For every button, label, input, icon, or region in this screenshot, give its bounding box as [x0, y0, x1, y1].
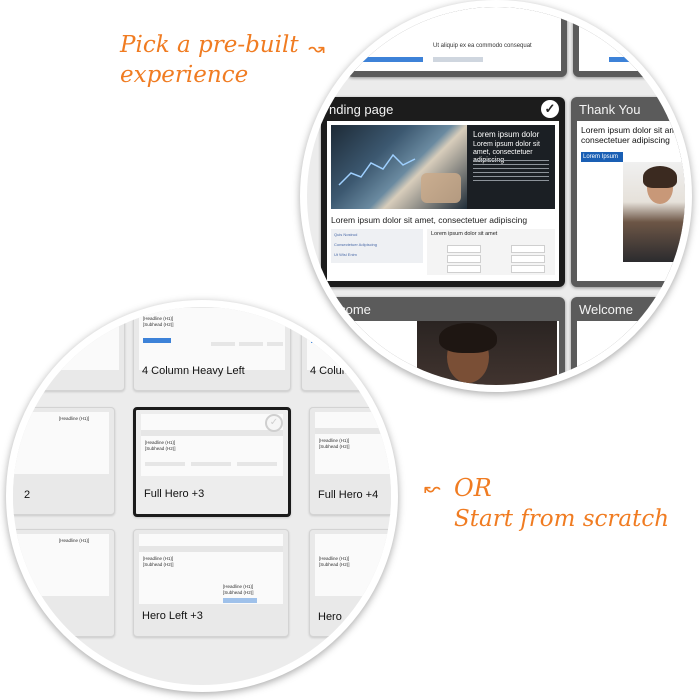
landing-headline: Lorem ipsum dolor sit amet, consectetuer… — [331, 215, 528, 225]
template-bar — [363, 57, 423, 62]
layout-preview: [Headline (H1)] — [13, 534, 109, 596]
form-field — [511, 245, 545, 253]
layout-tile-4-column[interactable]: [Headline (H1)] [Subhead (H2)] 4 Colum — [301, 307, 391, 391]
feature-list: Quis Nostrud Consectetuer Adipiscing Ut … — [331, 229, 423, 263]
or-label: OR — [454, 474, 492, 502]
layout-tile-partial[interactable] — [13, 307, 125, 391]
layout-label: Hero Left +3 — [142, 610, 203, 622]
button-placeholder — [143, 338, 171, 343]
column-block — [211, 342, 235, 346]
welcome-photo — [417, 321, 557, 385]
checkmark-icon: ✓ — [541, 100, 559, 118]
checkmark-icon: ✓ — [265, 414, 283, 432]
hero-heading: Lorem ipsum dolor — [473, 130, 540, 139]
list-item: Consectetuer Adipiscing — [334, 242, 377, 247]
thank-you-bar: Lorem Ipsum — [581, 152, 623, 162]
subhead-placeholder: [Subhead (H2)] — [143, 562, 174, 567]
template-bar — [433, 57, 483, 62]
layout-grid: [Headline (H1)] [Subhead (H2)] 4 Column … — [13, 307, 391, 685]
form-field — [447, 245, 481, 253]
headline-placeholder: [Headline (H1)] — [59, 416, 90, 421]
template-tile-partial[interactable] — [573, 7, 685, 77]
layout-preview: [Headline (H1)] [Subhead (H2)] — [141, 414, 283, 476]
layout-label: 2 — [24, 489, 31, 501]
form-field — [447, 265, 481, 273]
form-field — [447, 255, 481, 263]
layout-tile-hero-left-3[interactable]: [Headline (H1)] [Subhead (H2)] [Headline… — [133, 529, 289, 637]
person-hair — [439, 323, 497, 353]
template-title: Welcome — [579, 302, 633, 317]
form-heading: Lorem ipsum dolor sit amet — [431, 231, 498, 237]
layout-preview: [Headline (H1)] [Subhead (H2)] — [139, 308, 285, 370]
hero-block — [141, 430, 283, 436]
subhead-placeholder: [Subhead (H2)] — [311, 322, 342, 327]
layout-label: Hero — [318, 611, 342, 623]
subhead-placeholder: [Subhead (H2)] — [223, 590, 254, 595]
scratch-caption: Start from scratch — [454, 506, 670, 532]
template-tile-partial[interactable]: Ut aliquip ex ea commodo consequat — [347, 7, 567, 77]
layout-preview — [13, 308, 119, 370]
prebuilt-caption-text: Pick a pre-built experience — [120, 32, 299, 88]
template-tile-landing-page[interactable]: nding page ✓ Lorem ipsum dolor Lorem ips… — [321, 97, 565, 287]
form-field — [511, 265, 545, 273]
template-tile-welcome-2[interactable]: Welcome — [571, 297, 685, 385]
layout-label: Full Hero +4 — [318, 489, 379, 501]
hero-image-tablet-chart — [331, 125, 467, 209]
template-title: Thank You — [579, 102, 641, 117]
layout-tile-4-column-heavy-left[interactable]: [Headline (H1)] [Subhead (H2)] 4 Column … — [133, 307, 291, 391]
chart-graphic — [338, 153, 461, 203]
layout-preview: [Headline (H1)] [Subhead (H2)] — [315, 534, 391, 596]
layout-tile-hero[interactable]: [Headline (H1)] [Subhead (H2)] Hero — [309, 529, 391, 637]
button-placeholder — [311, 338, 339, 343]
hero-text-panel: Lorem ipsum dolor Lorem ipsum dolor sit … — [467, 125, 555, 209]
subhead-placeholder: [Subhead (H2)] — [319, 444, 350, 449]
subhead-placeholder: [Subhead (H2)] — [143, 322, 174, 327]
subhead-placeholder: [Subhead (H2)] — [319, 562, 350, 567]
list-item: Quis Nostrud — [334, 232, 358, 237]
layout-gallery-zoom: [Headline (H1)] [Subhead (H2)] 4 Column … — [6, 300, 398, 692]
column-block — [237, 462, 277, 466]
layout-preview: [Headline (H1)] [Subhead (H2)] [Headline… — [139, 534, 283, 604]
layout-preview: [Headline (H1)] — [13, 412, 109, 474]
layout-preview: [Headline (H1)] [Subhead (H2)] — [315, 412, 391, 474]
layout-tile-full-hero-3[interactable]: [Headline (H1)] [Subhead (H2)] ✓ Full He… — [133, 407, 291, 517]
layout-tile-hero-partial[interactable]: [Headline (H1)] 2 — [13, 407, 115, 515]
layout-tile-partial[interactable]: [Headline (H1)] — [13, 529, 115, 637]
template-title: nding page — [329, 102, 394, 117]
template-bar — [609, 57, 659, 62]
column-block — [267, 342, 283, 346]
curved-arrow-icon: ↜ — [424, 476, 441, 500]
layout-preview: [Headline (H1)] [Subhead (H2)] — [307, 308, 391, 370]
template-text: Ut aliquip ex ea commodo consequat — [433, 43, 532, 49]
layout-label: Full Hero +3 — [144, 488, 205, 500]
person-hair — [643, 166, 677, 188]
subhead-placeholder: [Subhead (H2)] — [145, 446, 176, 451]
layout-label: 4 Column Heavy Left — [142, 365, 245, 377]
lead-form: Lorem ipsum dolor sit amet — [427, 229, 555, 275]
template-preview: Lorem ipsum dolor sit amet, consectetuer… — [577, 121, 686, 281]
column-block — [145, 462, 185, 466]
template-preview — [577, 321, 685, 385]
layout-tile-full-hero-4[interactable]: [Headline (H1)] [Subhead (H2)] Full Hero… — [309, 407, 391, 515]
template-preview: Lorem ipsum dolor Lorem ipsum dolor sit … — [327, 121, 559, 281]
form-field — [511, 255, 545, 263]
prebuilt-caption: Pick a pre-built experience — [120, 30, 330, 90]
headline-placeholder: [Headline (H1)] — [59, 538, 90, 543]
layout-label: 4 Colum — [310, 365, 351, 377]
list-item: Ut Wisi Enim — [334, 252, 357, 257]
template-tile-thank-you[interactable]: Thank You Lorem ipsum dolor sit amet, co… — [571, 97, 686, 287]
column-block — [239, 342, 263, 346]
column-block — [191, 462, 231, 466]
hero-block — [315, 428, 391, 434]
hero-block — [139, 546, 283, 552]
hero-paragraph-lines — [473, 160, 549, 184]
businesswoman-photo — [623, 162, 685, 262]
thank-you-heading: Lorem ipsum dolor sit amet, consectetuer… — [581, 125, 686, 145]
button-placeholder — [223, 598, 257, 603]
